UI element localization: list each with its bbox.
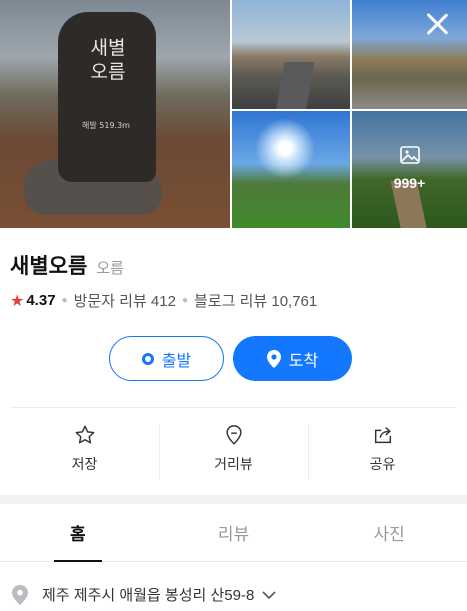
photo-gallery: 새별오름 해발 519.3m 999+: [0, 0, 467, 228]
arrive-label: 도착: [288, 352, 319, 370]
save-label: 저장: [71, 456, 98, 472]
place-meta-row: ★ 4.37 ● 방문자 리뷰 412 ● 블로그 리뷰 10,761: [10, 290, 317, 311]
street-view-button[interactable]: 거리뷰: [159, 420, 308, 482]
tab-home[interactable]: 홈: [0, 504, 156, 562]
save-button[interactable]: 저장: [10, 420, 159, 482]
stone-subinscription: 해발 519.3m: [82, 121, 130, 130]
location-pin-icon: [266, 349, 281, 368]
map-pin-icon: [225, 425, 242, 445]
address-row[interactable]: 제주 제주시 애월읍 봉성리 산59-8: [12, 584, 276, 605]
road-shape: [275, 62, 315, 109]
place-name: 새별오름: [10, 255, 88, 278]
section-separator: [0, 495, 467, 504]
share-label: 공유: [369, 456, 396, 472]
more-photos-button[interactable]: 999+: [352, 111, 467, 228]
visitor-reviews-link[interactable]: 방문자 리뷰 412: [74, 290, 176, 311]
depart-label: 출발: [161, 352, 192, 370]
address-text: 제주 제주시 애월읍 봉성리 산59-8: [42, 587, 255, 604]
star-icon: ★: [10, 292, 25, 310]
share-button[interactable]: 공유: [308, 420, 457, 482]
arrive-button[interactable]: 도착: [233, 336, 352, 381]
place-category: 오름: [96, 260, 124, 277]
star-outline-icon: [75, 425, 94, 444]
blog-reviews-link[interactable]: 블로그 리뷰 10,761: [194, 290, 317, 311]
divider: [10, 407, 457, 408]
place-title-row: 새별오름 오름: [10, 250, 124, 280]
rating-value: 4.37: [26, 292, 56, 309]
close-icon[interactable]: [423, 10, 451, 38]
main-photo[interactable]: 새별오름 해발 519.3m: [0, 0, 230, 228]
photo-thumbnail-3[interactable]: [232, 111, 350, 228]
depart-button[interactable]: 출발: [109, 336, 224, 381]
location-pin-icon: [12, 584, 28, 605]
photo-thumbnail-1[interactable]: [232, 0, 350, 109]
share-icon: [374, 427, 391, 444]
stone-inscription: 새별오름: [90, 37, 126, 83]
origin-dot-icon: [141, 352, 154, 365]
image-icon: [400, 146, 420, 164]
separator-dot: ●: [61, 295, 68, 306]
tab-bar: 홈 리뷰 사진: [0, 504, 467, 562]
chevron-down-icon[interactable]: [262, 590, 276, 600]
more-photos-count: 999+: [393, 175, 426, 191]
street-view-label: 거리뷰: [214, 456, 253, 472]
action-bar: 저장 거리뷰 공유: [10, 420, 457, 482]
separator-dot: ●: [181, 295, 189, 306]
tab-photos[interactable]: 사진: [311, 504, 467, 561]
tab-reviews[interactable]: 리뷰: [156, 504, 312, 561]
